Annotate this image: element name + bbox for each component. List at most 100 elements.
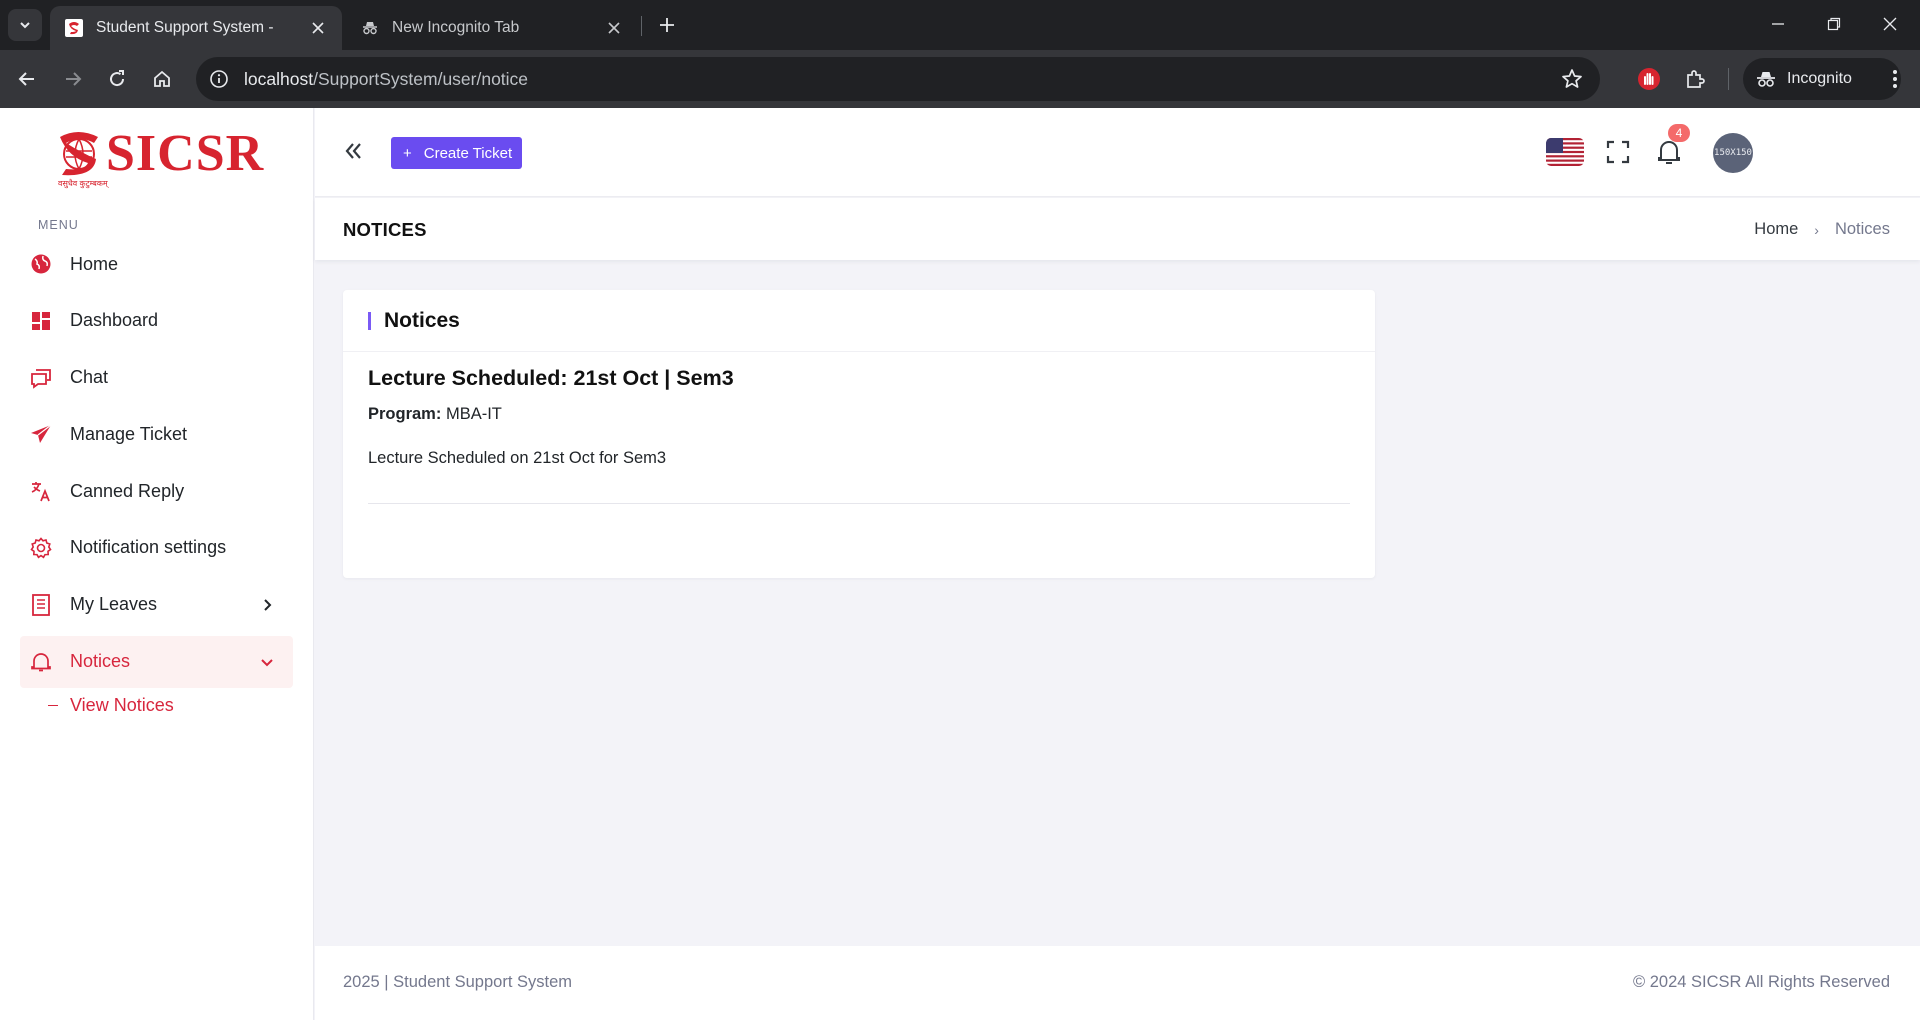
logo-tagline: वसुधैव कुटुम्बकम्	[58, 179, 108, 188]
notice-item: Lecture Scheduled: 21st Oct | Sem3 Progr…	[368, 366, 1350, 504]
breadcrumb: Home › Notices	[1754, 220, 1890, 239]
chat-icon	[30, 367, 52, 389]
more-vertical-icon	[1893, 70, 1897, 88]
create-ticket-button[interactable]: + Create Ticket	[391, 137, 523, 169]
gear-icon	[30, 537, 52, 559]
close-icon[interactable]	[308, 18, 328, 38]
globe-icon	[30, 253, 52, 275]
tab-title: New Incognito Tab	[392, 19, 520, 36]
sidebar-item-label: My Leaves	[70, 594, 158, 615]
notification-bell-icon[interactable]	[1656, 138, 1682, 166]
submenu-label: View Notices	[70, 695, 174, 715]
notice-description: Lecture Scheduled on 21st Oct for Sem3	[368, 449, 667, 467]
minimize-icon	[1772, 23, 1784, 25]
close-icon	[1883, 17, 1897, 31]
card-header: Notices	[343, 290, 1375, 352]
double-chevron-left-icon[interactable]	[341, 138, 367, 164]
tab-search-button[interactable]	[8, 9, 42, 41]
address-bar[interactable]: localhost/SupportSystem/user/notice	[196, 57, 1600, 101]
sidebar-item-notification-settings[interactable]: Notification settings	[20, 522, 293, 574]
extension-stop-icon[interactable]	[1634, 64, 1664, 94]
card-title: Notices	[384, 308, 460, 332]
site-info-icon[interactable]	[208, 68, 230, 90]
page-title: NOTICES	[343, 219, 427, 240]
forward-button[interactable]	[56, 62, 90, 96]
incognito-label: Incognito	[1787, 70, 1852, 87]
notice-program: Program: MBA-IT	[368, 405, 1350, 424]
browser-menu-button[interactable]	[1880, 64, 1910, 94]
bookmark-star-icon[interactable]	[1560, 67, 1584, 91]
footer: 2025 | Student Support System © 2024 SIC…	[315, 946, 1920, 1020]
document-icon	[30, 593, 52, 616]
notice-program-value: MBA-IT	[445, 405, 502, 423]
notification-badge: 4	[1668, 124, 1690, 142]
sidebar-item-canned-reply[interactable]: Canned Reply	[20, 465, 293, 517]
home-button[interactable]	[145, 62, 179, 96]
notices-card: Notices Lecture Scheduled: 21st Oct | Se…	[343, 290, 1375, 578]
restore-button[interactable]	[1806, 0, 1862, 48]
sidebar-item-label: Dashboard	[70, 310, 159, 331]
url-path: /SupportSystem/user/notice	[313, 68, 529, 89]
bell-icon	[30, 651, 52, 673]
user-avatar[interactable]: 150X150	[1713, 133, 1753, 173]
submenu-dash	[48, 705, 58, 706]
us-flag-icon[interactable]	[1546, 138, 1584, 166]
reload-icon	[110, 70, 125, 87]
sidebar-item-notices[interactable]: Notices	[20, 635, 293, 688]
home-icon	[154, 70, 170, 87]
tab-new-incognito[interactable]: New Incognito Tab	[346, 6, 638, 50]
sicsr-emblem-icon	[60, 132, 98, 176]
breadcrumb-chevron-icon: ›	[1814, 221, 1819, 238]
submenu-view-notices[interactable]: View Notices	[48, 695, 174, 716]
logo-text: SICSR	[106, 125, 265, 182]
arrow-right-icon	[66, 72, 82, 86]
extensions-puzzle-icon[interactable]	[1680, 64, 1710, 94]
toolbar-divider	[1728, 68, 1729, 90]
window-close-button[interactable]	[1862, 0, 1918, 48]
close-icon[interactable]	[604, 18, 624, 38]
notice-divider	[368, 503, 1350, 504]
sidebar-item-dashboard[interactable]: Dashboard	[20, 295, 293, 347]
sidebar-item-label: Canned Reply	[70, 480, 185, 501]
chevron-right-icon	[264, 599, 272, 611]
sidebar-menu: Home Dashboard Chat Manage Ticket Canned…	[20, 238, 293, 692]
reload-button[interactable]	[100, 62, 134, 96]
dashboard-grid-icon	[30, 310, 52, 332]
tab-divider	[641, 16, 642, 36]
menu-title: MENU	[38, 218, 79, 232]
incognito-profile-button[interactable]: Incognito	[1743, 58, 1901, 100]
page-header: NOTICES Home › Notices	[315, 198, 1920, 260]
sidebar: SICSR वसुधैव कुटुम्बकम् MENU Home Dashbo…	[0, 108, 314, 1020]
minimize-button[interactable]	[1750, 0, 1806, 48]
sidebar-item-label: Notices	[70, 651, 131, 672]
restore-icon	[1827, 17, 1841, 31]
incognito-icon	[360, 18, 380, 38]
create-ticket-label: Create Ticket	[423, 144, 513, 162]
sidebar-item-manage-ticket[interactable]: Manage Ticket	[20, 408, 293, 460]
chevron-down-icon	[20, 22, 30, 29]
sidebar-item-label: Manage Ticket	[70, 423, 188, 444]
browser-tab-bar: Student Support System - New Incognito T…	[0, 0, 1920, 50]
back-button[interactable]	[10, 62, 44, 96]
sidebar-item-chat[interactable]: Chat	[20, 352, 293, 404]
sicsr-logo[interactable]: SICSR वसुधैव कुटुम्बकम्	[56, 125, 265, 189]
translate-icon	[30, 480, 52, 502]
sicsr-favicon-icon	[64, 18, 84, 38]
new-tab-button[interactable]	[652, 10, 682, 40]
sidebar-item-label: Chat	[70, 367, 109, 388]
sidebar-item-label: Notification settings	[70, 537, 227, 558]
tab-title: Student Support System -	[96, 19, 274, 36]
sidebar-item-my-leaves[interactable]: My Leaves	[20, 579, 293, 631]
topbar: + Create Ticket 4 150X150	[315, 108, 1920, 197]
footer-copyright: © 2024 SICSR All Rights Reserved	[1632, 973, 1890, 991]
browser-toolbar: localhost/SupportSystem/user/notice Inco…	[0, 50, 1920, 108]
plus-icon: +	[403, 144, 412, 162]
card-header-accent-bar	[368, 311, 371, 330]
fullscreen-icon[interactable]	[1606, 140, 1630, 164]
plus-icon	[660, 18, 674, 32]
breadcrumb-home-link[interactable]: Home	[1754, 220, 1798, 239]
url-host: localhost	[244, 68, 314, 89]
tab-student-support[interactable]: Student Support System -	[50, 6, 342, 50]
sidebar-item-home[interactable]: Home	[20, 238, 293, 290]
app: SICSR वसुधैव कुटुम्बकम् MENU Home Dashbo…	[0, 108, 1920, 1020]
